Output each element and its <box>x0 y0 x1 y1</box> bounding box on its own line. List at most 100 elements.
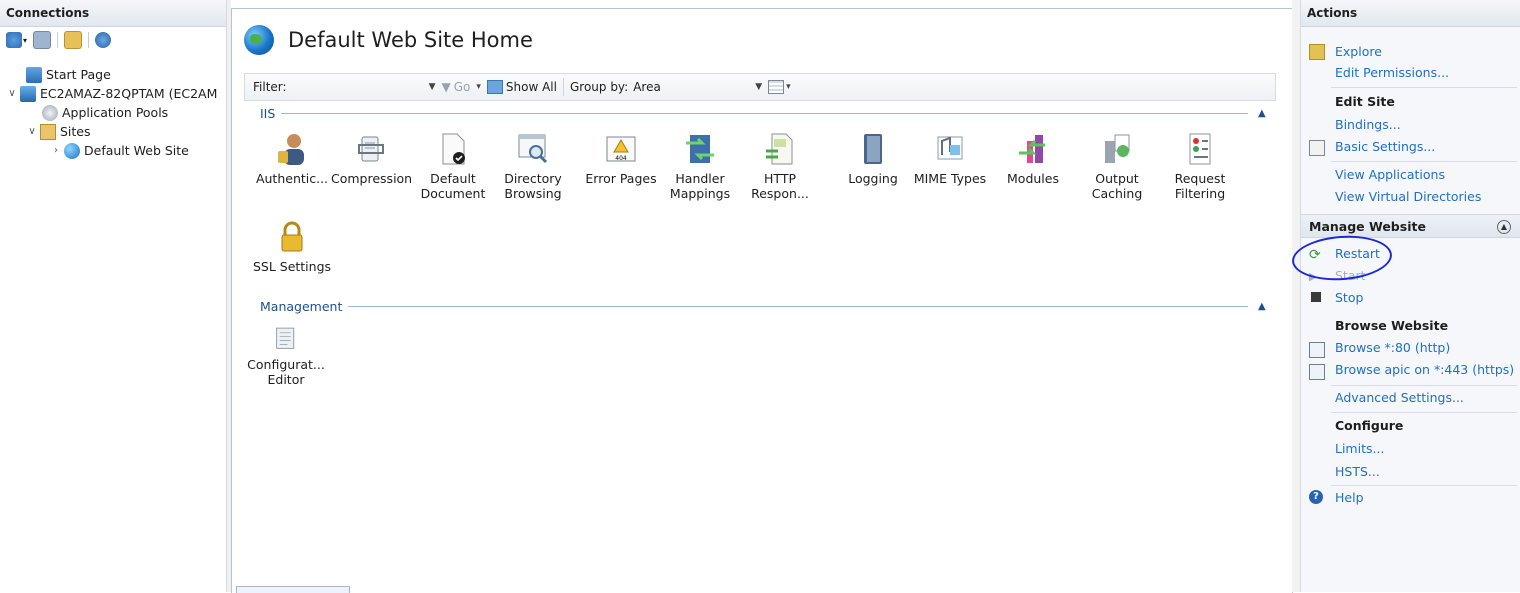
up-folder-icon[interactable] <box>64 31 83 49</box>
disconnect-icon[interactable] <box>95 32 112 48</box>
default-document-icon <box>442 133 465 165</box>
save-icon[interactable] <box>33 31 52 49</box>
limits-link[interactable]: Limits... <box>1335 441 1384 456</box>
feature-label: Compression <box>331 171 413 186</box>
globe-icon <box>244 25 274 55</box>
feature-default-document[interactable]: Default Document <box>413 131 493 201</box>
feature-logging[interactable]: Logging <box>833 131 913 186</box>
group-label: Management <box>260 298 343 314</box>
group-divider <box>348 305 1248 307</box>
tree-item-label: EC2AMAZ-82QPTAM (EC2AM <box>40 86 218 101</box>
show-all-button[interactable]: Show All <box>506 80 557 94</box>
manage-website-header[interactable]: Manage Website ▲ <box>1301 214 1520 238</box>
feature-handler-mappings[interactable]: Handler Mappings <box>660 131 740 201</box>
tree-item-label: Start Page <box>46 67 111 82</box>
funnel-icon: ▼ <box>441 80 451 94</box>
tree-item-sites[interactable]: ∨ Sites <box>26 123 91 141</box>
feature-output-caching[interactable]: Output Caching <box>1077 131 1157 201</box>
connect-icon[interactable] <box>6 32 22 48</box>
browse-website-heading: Browse Website <box>1335 318 1449 333</box>
advanced-settings-link[interactable]: Advanced Settings... <box>1335 390 1464 405</box>
group-divider <box>281 112 1248 114</box>
logging-icon <box>864 134 882 164</box>
tree-item-server[interactable]: ∨ EC2AMAZ-82QPTAM (EC2AM <box>6 85 217 103</box>
browse-https-link[interactable]: Browse apic on *:443 (https) <box>1335 362 1514 377</box>
settings-page-icon <box>1309 140 1325 156</box>
collapse-icon[interactable]: ▲ <box>1258 108 1270 119</box>
feature-http-response[interactable]: HTTP Respon... <box>740 131 820 201</box>
request-filtering-icon <box>1189 133 1211 165</box>
toolbar-separator <box>88 32 90 48</box>
feature-configuration-editor[interactable]: Configurat... Editor <box>246 325 326 387</box>
collapse-icon[interactable]: ▲ <box>1258 301 1270 312</box>
output-caching-icon <box>1105 134 1130 163</box>
browse-icon <box>1309 364 1325 380</box>
app-pools-icon <box>42 105 58 121</box>
filter-bar: Filter: ▼ ▼ Go ▾ Show All Group by: Area… <box>244 73 1276 101</box>
chevron-down-icon[interactable]: ▾ <box>786 82 791 92</box>
configure-heading: Configure <box>1335 418 1404 433</box>
stop-link[interactable]: Stop <box>1335 290 1363 305</box>
feature-modules[interactable]: Modules <box>993 131 1073 186</box>
authentication-icon <box>278 134 304 165</box>
connections-header: Connections <box>0 0 226 27</box>
basic-settings-link[interactable]: Basic Settings... <box>1335 139 1435 154</box>
feature-authentication[interactable]: Authentic... <box>252 131 332 186</box>
explore-link[interactable]: Explore <box>1335 44 1382 59</box>
feature-mime-types[interactable]: MIME Types <box>910 131 990 186</box>
divider <box>1331 385 1517 386</box>
toolbar-separator <box>562 78 564 96</box>
chevron-right-icon[interactable]: › <box>50 142 62 160</box>
tree-item-label: Application Pools <box>62 105 169 120</box>
tree-item-application-pools[interactable]: Application Pools <box>42 104 168 122</box>
chevron-down-icon[interactable]: ▼ <box>429 82 436 92</box>
group-label: IIS <box>260 105 276 121</box>
tree-item-start-page[interactable]: Start Page <box>26 66 111 84</box>
view-mode-icon[interactable] <box>768 80 785 94</box>
feature-compression[interactable]: Compression <box>331 131 413 186</box>
toolbar-separator <box>57 32 59 48</box>
configuration-editor-icon <box>276 327 295 349</box>
edit-permissions-link[interactable]: Edit Permissions... <box>1335 65 1449 80</box>
help-icon: ? <box>1309 490 1323 504</box>
collapse-icon[interactable]: ▲ <box>1497 220 1511 234</box>
chevron-down-icon[interactable]: ▾ <box>23 36 27 45</box>
manage-website-heading: Manage Website <box>1309 219 1426 234</box>
feature-label: SSL Settings <box>252 259 332 274</box>
feature-request-filtering[interactable]: Request Filtering <box>1160 131 1240 201</box>
feature-label: Output Caching <box>1091 171 1143 201</box>
chevron-down-icon[interactable]: ∨ <box>26 123 38 141</box>
tree-item-default-web-site[interactable]: › Default Web Site <box>50 142 189 160</box>
sites-folder-icon <box>40 124 56 140</box>
right-splitter[interactable] <box>1292 0 1300 592</box>
divider <box>1331 87 1517 88</box>
view-virtual-directories-link[interactable]: View Virtual Directories <box>1335 189 1481 204</box>
help-link[interactable]: Help <box>1335 490 1364 505</box>
feature-ssl-settings[interactable]: SSL Settings <box>252 219 332 274</box>
go-button[interactable]: Go <box>454 80 471 94</box>
feature-label: Error Pages <box>585 171 657 186</box>
filter-input[interactable] <box>293 78 423 96</box>
group-by-select[interactable]: Area <box>633 80 749 94</box>
group-header-management[interactable]: Management ▲ <box>260 298 1270 314</box>
actions-header: Actions <box>1301 0 1520 27</box>
feature-label: Logging <box>848 171 898 186</box>
svg-text:404: 404 <box>615 155 627 162</box>
feature-directory-browsing[interactable]: Directory Browsing <box>493 131 573 201</box>
page-title: Default Web Site Home <box>288 28 533 52</box>
mime-types-icon <box>937 136 963 160</box>
view-applications-link[interactable]: View Applications <box>1335 167 1445 182</box>
stop-icon <box>1311 292 1321 302</box>
chevron-down-icon[interactable]: ▾ <box>476 82 481 92</box>
chevron-down-icon[interactable]: ▼ <box>755 82 762 92</box>
group-header-iis[interactable]: IIS ▲ <box>260 105 1270 121</box>
feature-error-pages[interactable]: 404 Error Pages <box>581 131 661 186</box>
bindings-link[interactable]: Bindings... <box>1335 117 1401 132</box>
chevron-down-icon[interactable]: ∨ <box>6 85 18 103</box>
http-response-icon <box>766 133 793 165</box>
browse-http-link[interactable]: Browse *:80 (http) <box>1335 340 1450 355</box>
group-by-label: Group by: <box>569 80 629 94</box>
show-all-icon <box>486 80 503 94</box>
hsts-link[interactable]: HSTS... <box>1335 464 1380 479</box>
filter-label: Filter: <box>253 80 287 94</box>
